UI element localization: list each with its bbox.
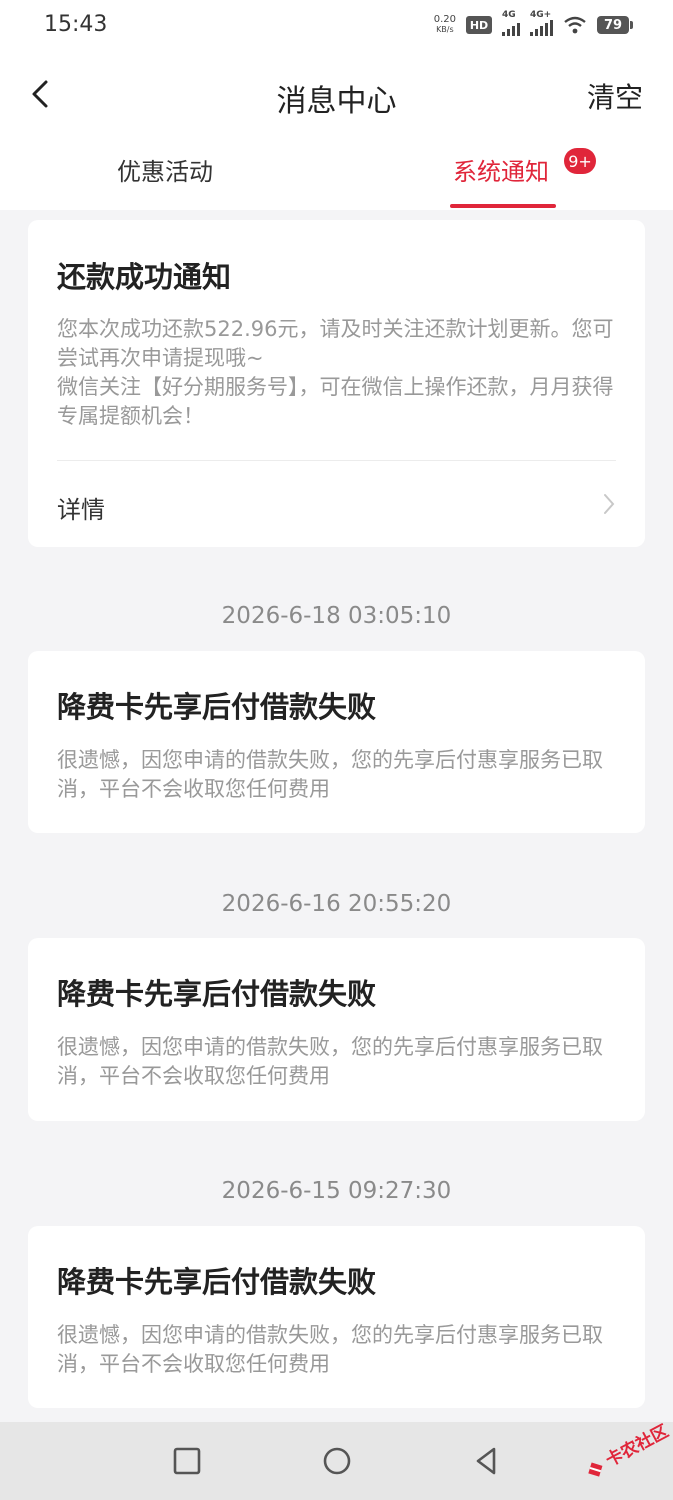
watermark-logo: 卡农社区 xyxy=(588,1421,672,1477)
message-body: 您本次成功还款522.96元，请及时关注还款计划更新。您可尝试再次申请提现哦~ … xyxy=(57,317,614,428)
message-body: 很遗憾，因您申请的借款失败，您的先享后付惠享服务已取消，平台不会收取您任何费用 xyxy=(57,748,603,801)
message-card[interactable]: 降费卡先享后付借款失败 很遗憾，因您申请的借款失败，您的先享后付惠享服务已取消，… xyxy=(28,1226,645,1408)
active-tab-indicator xyxy=(450,204,556,208)
header: 消息中心 清空 优惠活动 系统通知 9+ xyxy=(0,56,673,210)
signal2-label: 4G+ xyxy=(530,10,552,20)
hd-icon: HD xyxy=(466,16,492,34)
net-speed: 0.20 KB/s xyxy=(434,15,456,35)
battery-icon: 79 xyxy=(597,16,633,34)
clear-button[interactable]: 清空 xyxy=(587,76,643,116)
detail-link[interactable]: 详情 xyxy=(57,490,105,525)
status-time: 15:43 xyxy=(44,12,108,37)
signal1-label: 4G xyxy=(502,10,516,20)
message-timestamp: 2026-6-18 03:05:10 xyxy=(221,603,452,629)
status-icons: 0.20 KB/s HD 4G 4G+ 79 xyxy=(434,10,633,36)
net-speed-unit: KB/s xyxy=(436,25,454,34)
signal-plus-icon: 4G+ xyxy=(530,10,553,36)
status-bar: 15:43 0.20 KB/s HD 4G 4G+ 79 xyxy=(0,0,673,56)
net-speed-value: 0.20 xyxy=(433,14,456,25)
message-title: 还款成功通知 xyxy=(57,260,232,294)
wifi-icon xyxy=(564,16,586,34)
message-timestamp: 2026-6-16 20:55:20 xyxy=(221,891,452,917)
message-card[interactable]: 降费卡先享后付借款失败 很遗憾，因您申请的借款失败，您的先享后付惠享服务已取消，… xyxy=(28,651,645,833)
tab-system-notice[interactable]: 系统通知 xyxy=(453,152,549,187)
chevron-right-icon[interactable] xyxy=(601,492,617,516)
signal-icon: 4G xyxy=(502,10,520,36)
message-title: 降费卡先享后付借款失败 xyxy=(57,977,377,1011)
message-card[interactable]: 降费卡先享后付借款失败 很遗憾，因您申请的借款失败，您的先享后付惠享服务已取消，… xyxy=(28,938,645,1121)
message-body: 很遗憾，因您申请的借款失败，您的先享后付惠享服务已取消，平台不会收取您任何费用 xyxy=(57,1035,603,1088)
page-title: 消息中心 xyxy=(276,84,397,119)
message-body: 很遗憾，因您申请的借款失败，您的先享后付惠享服务已取消，平台不会收取您任何费用 xyxy=(57,1323,603,1376)
message-card: 还款成功通知 您本次成功还款522.96元，请及时关注还款计划更新。您可尝试再次… xyxy=(28,220,645,547)
triangle-back-icon[interactable] xyxy=(470,1444,504,1478)
square-icon[interactable] xyxy=(170,1444,204,1478)
message-title: 降费卡先享后付借款失败 xyxy=(57,1265,377,1299)
unread-badge: 9+ xyxy=(564,148,596,174)
tab-promotions[interactable]: 优惠活动 xyxy=(117,152,213,187)
circle-icon[interactable] xyxy=(320,1444,354,1478)
message-title: 降费卡先享后付借款失败 xyxy=(57,690,377,724)
watermark-text: 卡农社区 xyxy=(602,1421,672,1471)
card-divider xyxy=(57,460,616,461)
message-timestamp: 2026-6-15 09:27:30 xyxy=(221,1178,452,1204)
